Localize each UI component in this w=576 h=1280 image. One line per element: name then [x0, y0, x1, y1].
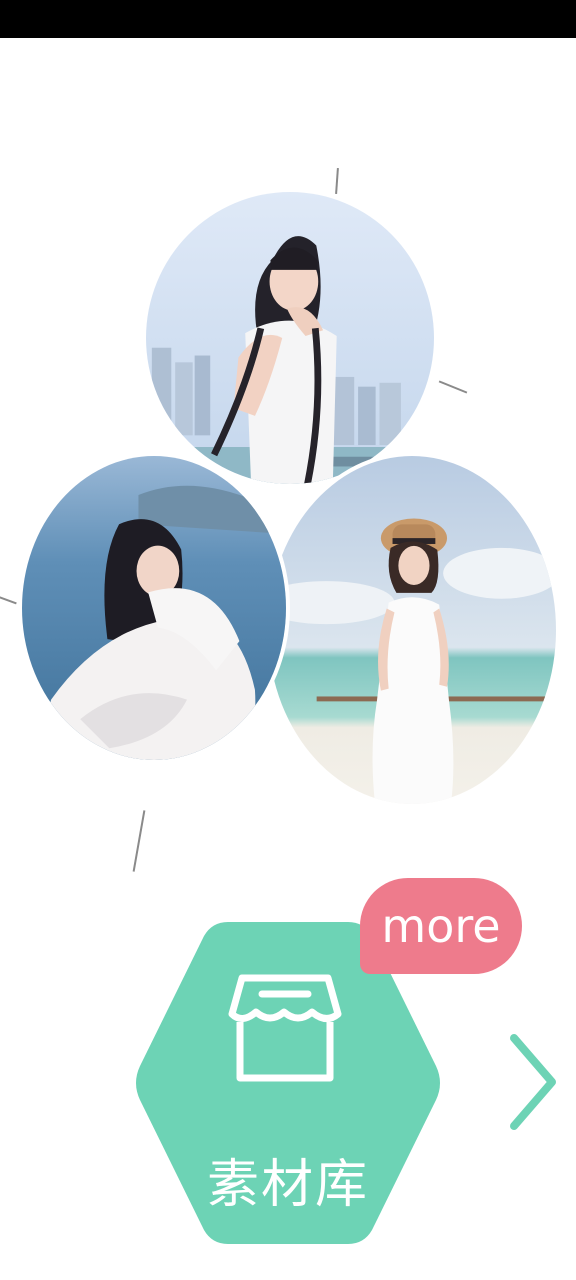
photo-top-image: [146, 192, 434, 484]
decorative-line: [0, 595, 17, 605]
material-library-section: 素材库 more: [0, 870, 576, 1280]
status-bar: [0, 0, 576, 38]
photo-left[interactable]: [18, 452, 290, 764]
chevron-right-icon[interactable]: [504, 1030, 560, 1134]
more-badge[interactable]: more: [360, 878, 522, 974]
photo-right[interactable]: [264, 452, 560, 808]
photo-top[interactable]: [142, 188, 438, 488]
photo-right-image: [268, 456, 556, 804]
decorative-line: [132, 810, 146, 872]
decorative-line: [335, 167, 339, 195]
decorative-line: [438, 380, 468, 394]
material-library-label: 素材库: [206, 1155, 369, 1215]
photo-collage: [0, 150, 576, 880]
photo-left-image: [22, 456, 286, 760]
store-icon: [228, 974, 342, 1082]
